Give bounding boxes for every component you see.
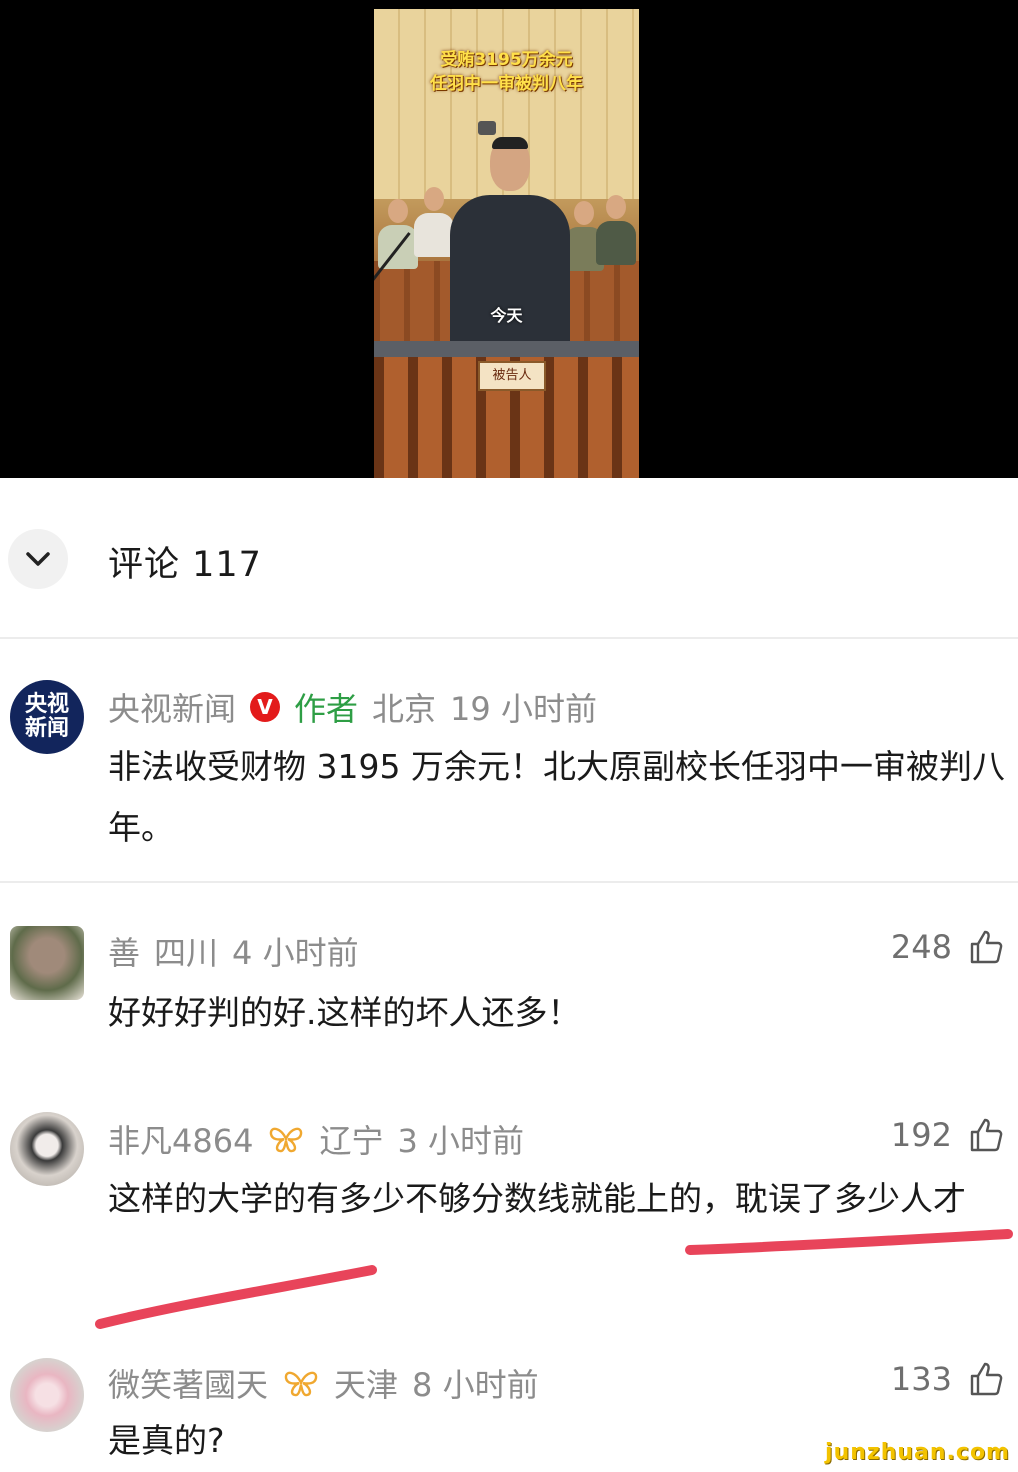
- comments-title: 评论 117: [108, 545, 262, 585]
- video-player[interactable]: 受贿3195万余元 任羽中一审被判八年 今天 被告人: [0, 0, 1018, 478]
- comment-location: 天津: [334, 1366, 399, 1404]
- like-count: 248: [890, 928, 952, 966]
- divider: [0, 881, 1018, 883]
- avatar-user[interactable]: [10, 1112, 84, 1186]
- comment-time: 3 小时前: [397, 1122, 525, 1160]
- avatar-cctv-news[interactable]: 央视 新闻: [10, 680, 84, 754]
- thumbs-up-icon: [970, 1362, 1003, 1396]
- avatar-user[interactable]: [10, 1358, 84, 1432]
- comment-text: 这样的大学的有多少不够分数线就能上的，耽误了多少人才: [108, 1179, 966, 1218]
- divider: [0, 637, 1018, 639]
- chevron-down-icon: [26, 552, 50, 566]
- thumbs-up-icon: [970, 1118, 1003, 1152]
- video-subtitle: 今天: [490, 306, 523, 325]
- spectator: [596, 195, 636, 265]
- author-tag: 作者: [294, 690, 359, 728]
- like-button[interactable]: 248: [891, 928, 1004, 966]
- defendant-plaque: 被告人: [478, 361, 546, 391]
- site-watermark: junzhuan.com: [825, 1440, 1010, 1465]
- post-location: 北京: [372, 690, 437, 728]
- post-meta: 央视新闻 V 作者 北京 19 小时前: [108, 684, 611, 730]
- like-count: 192: [890, 1116, 952, 1154]
- video-title-line2: 任羽中一审被判八年: [430, 74, 583, 94]
- spectator: [414, 187, 454, 257]
- comment-user-name[interactable]: 善: [108, 928, 140, 974]
- video-frame[interactable]: 受贿3195万余元 任羽中一审被判八年 今天 被告人: [374, 9, 639, 478]
- post-text: 非法收受财物 3195 万余元！北大原副校长任羽中一审被判八年。: [108, 747, 1005, 847]
- comment-meta: 非凡4864 辽宁 3 小时前: [108, 1116, 538, 1162]
- comment-user-name[interactable]: 非凡4864: [108, 1116, 253, 1162]
- thumbs-up-icon: [970, 930, 1003, 964]
- butterfly-badge-icon: [284, 1371, 318, 1397]
- post-time: 19 小时前: [450, 690, 597, 728]
- comment-location: 四川: [154, 934, 219, 972]
- like-count: 133: [890, 1360, 952, 1398]
- post-author-name[interactable]: 央视新闻: [108, 684, 236, 730]
- like-button[interactable]: 192: [891, 1116, 1004, 1154]
- avatar-user[interactable]: [10, 926, 84, 1000]
- video-title-line1: 受贿3195万余元: [440, 50, 573, 70]
- collapse-comments-button[interactable]: [8, 529, 68, 589]
- comment-text: 好好好判的好.这样的坏人还多！: [108, 993, 581, 1032]
- comment-location: 辽宁: [319, 1122, 384, 1160]
- avatar-logo-text: 央视: [24, 692, 69, 717]
- butterfly-badge-icon: [270, 1127, 303, 1153]
- verified-v-icon: V: [250, 692, 281, 722]
- avatar-logo-text: 新闻: [24, 716, 69, 741]
- comment-time: 8 小时前: [412, 1366, 539, 1404]
- comment-user-name[interactable]: 微笑著國天: [108, 1360, 268, 1406]
- comment-time: 4 小时前: [232, 934, 359, 972]
- dock-rail-top: [374, 341, 639, 357]
- comment-meta: 善 四川 4 小时前: [108, 928, 373, 974]
- like-button[interactable]: 133: [891, 1360, 1004, 1398]
- comment-meta: 微笑著國天 天津 8 小时前: [108, 1360, 553, 1406]
- camera-icon: [478, 121, 496, 135]
- spectator: [378, 199, 418, 269]
